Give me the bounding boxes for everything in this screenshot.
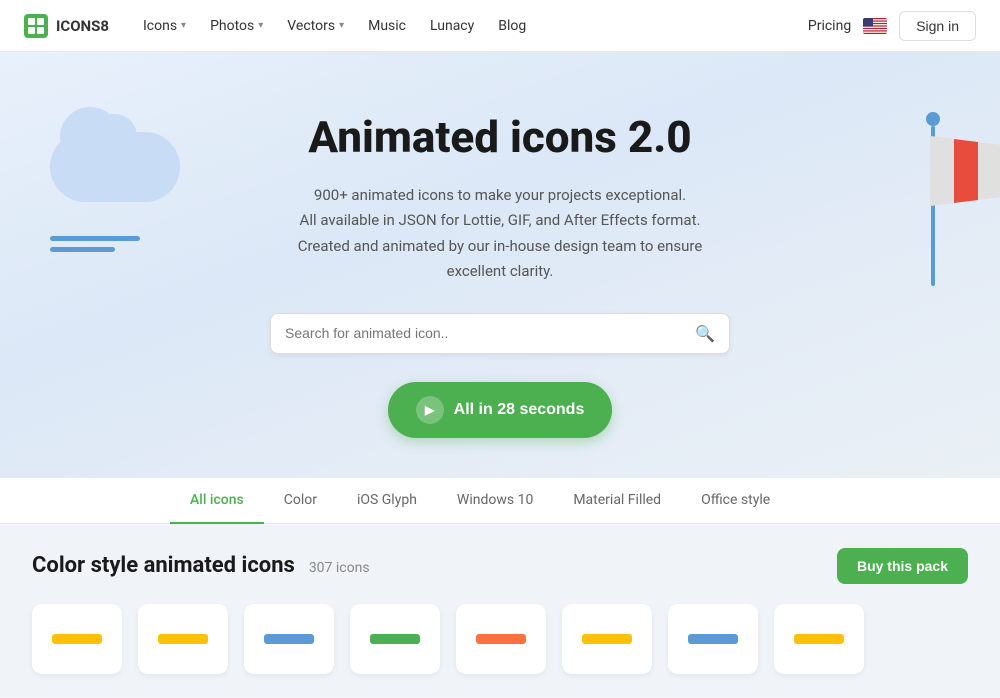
pack-section: Color style animated icons 307 icons Buy… — [0, 524, 1000, 698]
pack-header: Color style animated icons 307 icons Buy… — [32, 548, 968, 584]
icon-card[interactable] — [562, 604, 652, 674]
tab-all-icons[interactable]: All icons — [170, 478, 264, 524]
nav-lunacy[interactable]: Lunacy — [420, 12, 484, 40]
hero-section: Animated icons 2.0 900+ animated icons t… — [0, 52, 1000, 478]
icon-placeholder — [52, 634, 102, 644]
nav-links: Icons ▾ Photos ▾ Vectors ▾ Music Lunacy … — [133, 12, 808, 40]
pack-count: 307 icons — [309, 560, 370, 576]
search-input[interactable] — [285, 325, 695, 341]
nav-vectors[interactable]: Vectors ▾ — [277, 12, 354, 40]
brand-logo[interactable]: ICONS8 — [24, 14, 109, 38]
logo-icon — [24, 14, 48, 38]
chevron-down-icon: ▾ — [258, 20, 263, 31]
cloud-lines — [40, 236, 200, 252]
play-icon: ▶ — [416, 396, 444, 424]
icon-card[interactable] — [138, 604, 228, 674]
cloud-illustration — [40, 132, 200, 252]
brand-name: ICONS8 — [56, 17, 109, 35]
tab-ios-glyph[interactable]: iOS Glyph — [337, 478, 437, 524]
tabs-section: All icons Color iOS Glyph Windows 10 Mat… — [0, 478, 1000, 524]
icon-card[interactable] — [774, 604, 864, 674]
icon-placeholder — [476, 634, 526, 644]
hero-description: 900+ animated icons to make your project… — [290, 183, 710, 285]
icon-placeholder — [794, 634, 844, 644]
icon-placeholder — [158, 634, 208, 644]
tabs-list: All icons Color iOS Glyph Windows 10 Mat… — [150, 478, 850, 523]
search-icon: 🔍 — [695, 324, 715, 343]
tab-material-filled[interactable]: Material Filled — [553, 478, 681, 524]
nav-pricing[interactable]: Pricing — [808, 18, 851, 34]
pack-title: Color style animated icons — [32, 553, 295, 578]
icon-card[interactable] — [456, 604, 546, 674]
tab-windows10[interactable]: Windows 10 — [437, 478, 553, 524]
language-flag[interactable] — [863, 18, 887, 34]
icon-card[interactable] — [244, 604, 334, 674]
nav-right: Pricing Sign in — [808, 11, 976, 41]
navbar: ICONS8 Icons ▾ Photos ▾ Vectors ▾ Music … — [0, 0, 1000, 52]
icon-placeholder — [582, 634, 632, 644]
windsock-svg — [930, 136, 1000, 206]
search-bar: 🔍 — [270, 313, 730, 354]
nav-music[interactable]: Music — [358, 12, 416, 40]
sign-in-button[interactable]: Sign in — [899, 11, 976, 41]
icon-placeholder — [370, 634, 420, 644]
windsock-illustration — [926, 112, 940, 286]
icon-card[interactable] — [32, 604, 122, 674]
buy-pack-button[interactable]: Buy this pack — [837, 548, 968, 584]
pack-title-group: Color style animated icons 307 icons — [32, 553, 370, 578]
nav-icons[interactable]: Icons ▾ — [133, 12, 196, 40]
cta-button[interactable]: ▶ All in 28 seconds — [388, 382, 613, 438]
tab-color[interactable]: Color — [264, 478, 337, 524]
icon-placeholder — [688, 634, 738, 644]
icons-preview-row — [32, 604, 968, 674]
tab-office-style[interactable]: Office style — [681, 478, 790, 524]
nav-blog[interactable]: Blog — [488, 12, 536, 40]
nav-photos[interactable]: Photos ▾ — [200, 12, 273, 40]
icon-placeholder — [264, 634, 314, 644]
chevron-down-icon: ▾ — [339, 20, 344, 31]
chevron-down-icon: ▾ — [181, 20, 186, 31]
icon-card[interactable] — [668, 604, 758, 674]
icon-card[interactable] — [350, 604, 440, 674]
